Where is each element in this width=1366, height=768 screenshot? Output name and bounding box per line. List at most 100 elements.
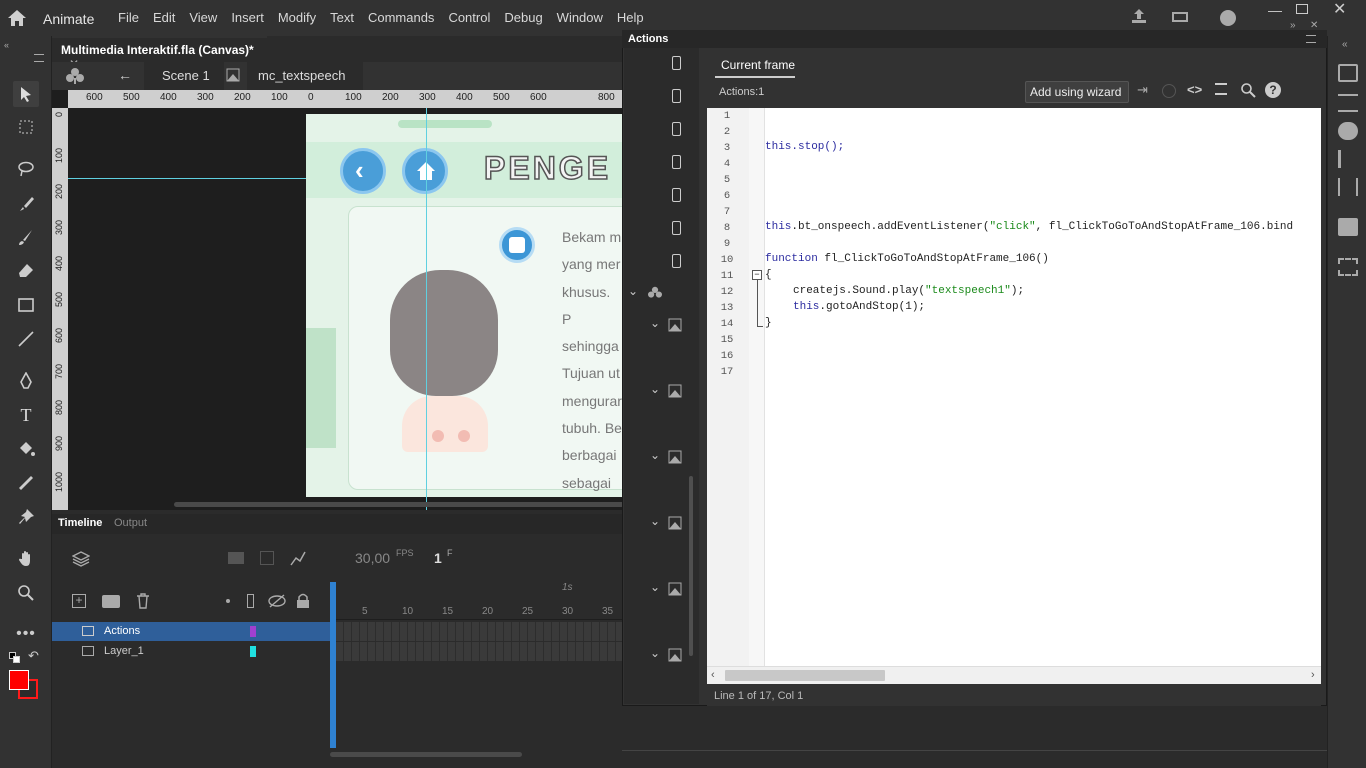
tab-output[interactable]: Output: [114, 517, 147, 529]
chevron-down-icon[interactable]: ⌄: [650, 580, 660, 594]
code-line-8[interactable]: this.bt_onspeech.addEventListener("click…: [765, 221, 1293, 233]
menu-view[interactable]: View: [189, 10, 217, 25]
menu-edit[interactable]: Edit: [153, 10, 175, 25]
restore-icon[interactable]: [1296, 4, 1308, 14]
default-colors-icon[interactable]: [9, 652, 21, 664]
format-code-icon[interactable]: [1215, 83, 1227, 95]
close-icon[interactable]: ✕: [1333, 0, 1346, 19]
transform-icon[interactable]: [1338, 258, 1358, 276]
camera-icon[interactable]: [228, 552, 244, 564]
symbol-icon[interactable]: [66, 67, 84, 85]
layer-name[interactable]: Actions: [104, 625, 140, 637]
navigator-scrollbar[interactable]: [689, 476, 693, 656]
playhead[interactable]: [330, 582, 336, 748]
movieclip-icon[interactable]: [668, 516, 682, 530]
scroll-left-icon[interactable]: ‹: [711, 669, 715, 681]
timeline-h-scrollbar[interactable]: [330, 752, 522, 757]
code-snippets-icon[interactable]: <>: [1187, 82, 1202, 97]
selection-tool-icon[interactable]: [13, 81, 39, 107]
panel-menu-icon[interactable]: [1306, 35, 1316, 43]
hand-tool-icon[interactable]: [13, 546, 39, 572]
eraser-tool-icon[interactable]: [13, 258, 39, 284]
layers-icon[interactable]: [72, 550, 90, 568]
paint-bucket-tool-icon[interactable]: [13, 436, 39, 462]
tab-current-frame[interactable]: Current frame: [721, 58, 795, 72]
target-icon[interactable]: [1162, 84, 1176, 98]
menu-help[interactable]: Help: [617, 10, 644, 25]
workspace-icon[interactable]: [1172, 12, 1188, 22]
movieclip-icon[interactable]: [668, 648, 682, 662]
code-fold-icon[interactable]: −: [752, 270, 762, 280]
chevron-down-icon[interactable]: ⌄: [650, 646, 660, 660]
frames-row-actions[interactable]: [336, 622, 622, 641]
back-arrow-icon[interactable]: ←: [118, 67, 132, 83]
hide-layer-icon[interactable]: [268, 594, 286, 608]
code-line-3[interactable]: this.stop();: [765, 141, 844, 153]
movieclip-icon[interactable]: [668, 318, 682, 332]
menu-insert[interactable]: Insert: [231, 10, 264, 25]
menu-commands[interactable]: Commands: [368, 10, 434, 25]
menu-control[interactable]: Control: [448, 10, 490, 25]
home-button[interactable]: [402, 148, 448, 194]
more-tools-icon[interactable]: •••: [13, 621, 39, 647]
code-line-10[interactable]: function fl_ClickToGoToAndStopAtFrame_10…: [765, 253, 1049, 265]
line-tool-icon[interactable]: [13, 326, 39, 352]
script-item-icon[interactable]: [672, 188, 681, 202]
lasso-tool-icon[interactable]: [13, 156, 39, 182]
collapse-panel-icon[interactable]: »: [1290, 20, 1296, 31]
current-frame[interactable]: 1: [434, 550, 442, 566]
minimize-icon[interactable]: —: [1268, 2, 1282, 18]
symbol-icon[interactable]: [648, 286, 662, 300]
pen-tool-icon[interactable]: [13, 368, 39, 394]
layer-row-actions[interactable]: Actions: [52, 622, 330, 641]
script-item-icon[interactable]: [672, 56, 681, 70]
search-icon[interactable]: [1240, 82, 1256, 98]
chevron-down-icon[interactable]: ⌄: [650, 448, 660, 462]
script-item-icon[interactable]: [672, 155, 681, 169]
script-item-icon[interactable]: [672, 89, 681, 103]
chevron-down-icon[interactable]: ⌄: [650, 514, 660, 528]
menu-debug[interactable]: Debug: [504, 10, 542, 25]
collapse-icon[interactable]: «: [4, 40, 9, 50]
eyedropper-tool-icon[interactable]: [13, 470, 39, 496]
text-tool-icon[interactable]: T: [13, 402, 39, 428]
movieclip-icon[interactable]: [668, 384, 682, 398]
align-icon[interactable]: [1338, 150, 1358, 168]
code-line-12[interactable]: createjs.Sound.play("textspeech1");: [793, 285, 1024, 297]
speech-button[interactable]: [499, 227, 535, 263]
menu-window[interactable]: Window: [557, 10, 603, 25]
pin-tool-icon[interactable]: [13, 504, 39, 530]
adjustments-icon[interactable]: [1338, 94, 1358, 112]
script-item-icon[interactable]: [672, 122, 681, 136]
chevron-down-icon[interactable]: ⌄: [650, 382, 660, 396]
graph-icon[interactable]: [290, 550, 306, 566]
zoom-tool-icon[interactable]: [13, 580, 39, 606]
code-editor[interactable]: 1 2 3 4 5 6 7 8 9 10 11 12 13 14 15 16 1…: [707, 108, 1321, 666]
movieclip-icon[interactable]: [668, 450, 682, 464]
guide-vertical[interactable]: [426, 108, 427, 510]
code-h-scrollbar[interactable]: ‹ ›: [707, 666, 1321, 684]
paint-brush-tool-icon[interactable]: [13, 191, 39, 217]
code-line-11[interactable]: {: [765, 269, 772, 281]
movieclip-icon[interactable]: [668, 582, 682, 596]
code-line-14[interactable]: }: [765, 317, 772, 329]
help-icon[interactable]: ?: [1265, 82, 1281, 98]
menu-text[interactable]: Text: [330, 10, 354, 25]
code-snippets-panel-icon[interactable]: [1338, 218, 1358, 236]
new-layer-icon[interactable]: +: [72, 594, 86, 608]
swap-colors-icon[interactable]: ↶: [28, 648, 39, 664]
outline-icon[interactable]: [247, 594, 254, 608]
layer-row-layer1[interactable]: Layer_1: [52, 642, 330, 661]
lock-icon[interactable]: [296, 593, 310, 609]
code-line-13[interactable]: this.gotoAndStop(1);: [793, 301, 925, 313]
home-icon[interactable]: [6, 8, 28, 28]
fps-value[interactable]: 30,00: [355, 550, 390, 566]
symbol-breadcrumb[interactable]: mc_textspeech: [258, 68, 345, 83]
tab-timeline[interactable]: Timeline: [58, 517, 102, 529]
rectangle-tool-icon[interactable]: [13, 292, 39, 318]
layer-color-swatch[interactable]: [250, 626, 256, 637]
scene-breadcrumb[interactable]: Scene 1: [162, 68, 210, 83]
chevron-down-icon[interactable]: ⌄: [650, 316, 660, 330]
layer-color-swatch[interactable]: [250, 646, 256, 657]
highlight-layer-icon[interactable]: [226, 599, 230, 603]
